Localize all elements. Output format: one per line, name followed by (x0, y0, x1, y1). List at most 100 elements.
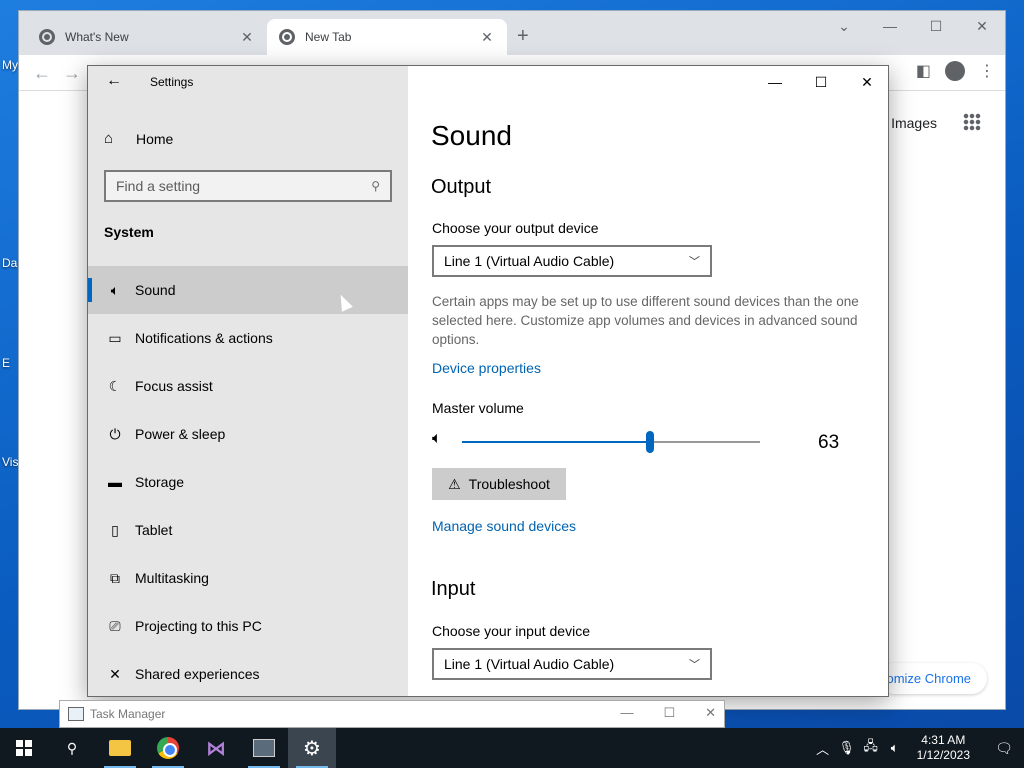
sidebar-item-focus-assist[interactable]: ☾ Focus assist (88, 362, 408, 410)
tablet-icon: ▯ (111, 521, 119, 538)
sidebar-item-shared-experiences[interactable]: ✕ Shared experiences (88, 650, 408, 696)
clock-date: 1/12/2023 (916, 748, 970, 762)
customize-chrome-button[interactable]: ıtomize Chrome (879, 663, 987, 694)
minimize-icon[interactable]: — (867, 11, 913, 41)
close-tab-icon[interactable]: ✕ (479, 29, 495, 46)
sidebar-item-label: Projecting to this PC (135, 618, 262, 634)
gear-icon: ⚙ (303, 737, 321, 760)
forward-arrow-icon[interactable]: → (63, 63, 81, 84)
desktop-icon-label[interactable]: Da (2, 256, 17, 270)
taskbar: ⚲ ⋈ ⚙ ︿ 🎙︎ 🖧︎ 🔈︎ 4:31 AM 1/12/2023 🗨︎ (0, 728, 1024, 768)
speaker-icon[interactable]: 🔈︎ (432, 430, 442, 448)
close-icon[interactable]: ✕ (959, 11, 1005, 41)
chrome-tab-new-tab[interactable]: New Tab ✕ (267, 19, 507, 55)
power-icon: ⏻ (109, 425, 121, 442)
images-link[interactable]: Images (891, 115, 937, 131)
microphone-icon[interactable]: 🎙︎ (835, 740, 859, 756)
troubleshoot-button[interactable]: ⚠ Troubleshoot (432, 468, 566, 500)
home-link[interactable]: ⌂ Home (104, 130, 173, 147)
taskbar-visual-studio[interactable]: ⋈ (192, 728, 240, 768)
task-manager-window[interactable]: Task Manager — ☐ ✕ (59, 700, 725, 728)
output-device-dropdown[interactable]: Line 1 (Virtual Audio Cable) ﹀ (432, 245, 712, 277)
minimize-icon[interactable]: — (620, 705, 633, 721)
visual-studio-icon: ⋈ (206, 737, 226, 760)
settings-window: ← Settings ⌂ Home ⚲ System 🔈︎ Sound ▭ No… (87, 65, 889, 697)
taskbar-settings[interactable]: ⚙ (288, 728, 336, 768)
sidebar-item-tablet[interactable]: ▯ Tablet (88, 506, 408, 554)
output-device-value: Line 1 (Virtual Audio Cable) (444, 253, 615, 269)
sidebar-item-power-sleep[interactable]: ⏻ Power & sleep (88, 410, 408, 458)
chrome-favicon-icon (39, 29, 55, 45)
device-properties-link[interactable]: Device properties (432, 360, 541, 376)
troubleshoot-label: Troubleshoot (468, 476, 550, 492)
taskbar-file-explorer[interactable] (96, 728, 144, 768)
chevron-up-icon[interactable]: ︿ (811, 739, 835, 758)
sidebar-item-projecting[interactable]: ⎚ Projecting to this PC (88, 602, 408, 650)
volume-slider-thumb[interactable] (645, 431, 654, 453)
sidebar-item-label: Shared experiences (135, 666, 260, 682)
input-heading: Input (431, 578, 476, 600)
settings-content: — ☐ ✕ Sound Output Choose your output de… (408, 66, 888, 696)
close-icon[interactable]: ✕ (705, 705, 716, 721)
side-panel-icon[interactable]: ◧ (916, 61, 931, 81)
desktop-icon-label[interactable]: My (2, 58, 18, 72)
home-label: Home (136, 130, 174, 147)
window-title: Settings (150, 75, 194, 89)
maximize-icon[interactable]: ☐ (663, 705, 675, 721)
maximize-icon[interactable]: ☐ (913, 11, 959, 41)
tab-search-icon[interactable]: ⌄ (821, 11, 867, 41)
chrome-favicon-icon (279, 29, 295, 45)
input-device-dropdown[interactable]: Line 1 (Virtual Audio Cable) ﹀ (432, 648, 712, 680)
tab-title: What's New (65, 30, 129, 44)
clock[interactable]: 4:31 AM 1/12/2023 (917, 733, 970, 763)
sidebar-item-label: Notifications & actions (135, 330, 273, 346)
volume-icon[interactable]: 🔈︎ (883, 740, 907, 756)
sidebar-item-multitasking[interactable]: ⧉ Multitasking (88, 554, 408, 602)
chrome-icon (157, 737, 179, 759)
sidebar-item-label: Focus assist (135, 378, 213, 394)
volume-slider[interactable] (462, 431, 760, 453)
desktop-icon-label[interactable]: Vis (2, 455, 18, 469)
search-box[interactable]: ⚲ (104, 170, 392, 202)
back-arrow-icon[interactable]: ← (102, 72, 126, 90)
close-icon[interactable]: ✕ (844, 66, 888, 98)
sidebar-item-label: Power & sleep (135, 426, 226, 442)
minimize-icon[interactable]: — (752, 66, 798, 98)
notifications-icon[interactable]: 🗨︎ (984, 740, 1024, 757)
chrome-tab-whats-new[interactable]: What's New ✕ (27, 19, 267, 55)
warning-icon: ⚠ (448, 475, 461, 492)
network-icon[interactable]: 🖧︎ (859, 737, 883, 759)
projector-icon: ⎚ (109, 617, 121, 634)
close-tab-icon[interactable]: ✕ (239, 29, 255, 46)
windows-logo-icon (16, 740, 32, 756)
back-arrow-icon[interactable]: ← (33, 63, 51, 84)
nav-list: 🔈︎ Sound ▭ Notifications & actions ☾ Foc… (88, 266, 408, 696)
menu-dots-icon[interactable]: ⋮ (979, 61, 995, 81)
maximize-icon[interactable]: ☐ (798, 66, 844, 98)
task-manager-icon (253, 739, 275, 757)
system-tray: ︿ 🎙︎ 🖧︎ 🔈︎ 4:31 AM 1/12/2023 🗨︎ (811, 733, 1024, 763)
sidebar-item-storage[interactable]: ▬ Storage (88, 458, 408, 506)
chrome-toolbar-icons: ◧ ⋮ (916, 61, 995, 81)
apps-grid-icon[interactable] (963, 113, 981, 131)
tab-title: New Tab (305, 30, 352, 44)
desktop-icon-label[interactable]: E (2, 356, 10, 370)
settings-sidebar: ← Settings ⌂ Home ⚲ System 🔈︎ Sound ▭ No… (88, 66, 408, 696)
search-input[interactable] (116, 178, 372, 194)
search-icon: ⚲ (66, 739, 78, 756)
search-icon[interactable]: ⚲ (371, 179, 380, 193)
new-tab-icon[interactable]: + (517, 25, 529, 48)
profile-icon[interactable] (945, 61, 965, 81)
master-volume-label: Master volume (432, 400, 524, 416)
shared-icon: ✕ (109, 665, 121, 682)
task-manager-controls: — ☐ ✕ (620, 705, 716, 721)
manage-sound-devices-link[interactable]: Manage sound devices (432, 518, 576, 534)
sidebar-item-notifications[interactable]: ▭ Notifications & actions (88, 314, 408, 362)
taskbar-task-manager[interactable] (240, 728, 288, 768)
taskbar-chrome[interactable] (144, 728, 192, 768)
home-icon: ⌂ (104, 130, 114, 147)
start-button[interactable] (0, 728, 48, 768)
moon-icon: ☾ (108, 377, 122, 394)
sidebar-item-sound[interactable]: 🔈︎ Sound (88, 266, 408, 314)
search-button[interactable]: ⚲ (48, 728, 96, 768)
